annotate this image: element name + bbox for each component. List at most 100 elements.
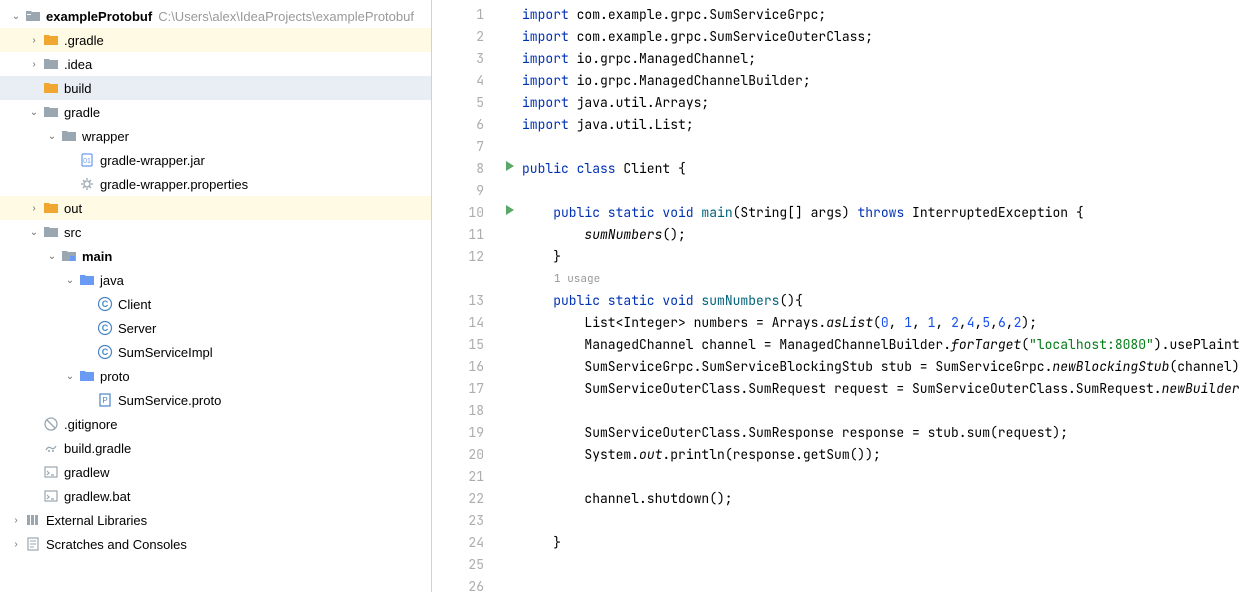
line-number[interactable]: 17 <box>432 378 484 400</box>
tree-row-gradlew[interactable]: gradlew <box>0 460 431 484</box>
chevron-icon[interactable]: › <box>26 35 42 46</box>
line-number[interactable]: 26 <box>432 576 484 592</box>
line-number[interactable]: 10 <box>432 202 484 224</box>
chevron-icon[interactable]: › <box>26 203 42 214</box>
tree-row-client[interactable]: CClient <box>0 292 431 316</box>
code-line[interactable] <box>522 180 1245 202</box>
tree-row--gradle[interactable]: ›.gradle <box>0 28 431 52</box>
line-number[interactable]: 8 <box>432 158 484 180</box>
line-number[interactable]: 25 <box>432 554 484 576</box>
tree-row-gradle-wrapper-jar[interactable]: 01gradle-wrapper.jar <box>0 148 431 172</box>
code-line[interactable]: SumServiceOuterClass.SumResponse respons… <box>522 422 1245 444</box>
code-line[interactable]: SumServiceGrpc.SumServiceBlockingStub st… <box>522 356 1245 378</box>
tree-label: main <box>82 249 112 264</box>
line-number[interactable]: 22 <box>432 488 484 510</box>
chevron-icon[interactable]: ⌄ <box>26 107 42 118</box>
tree-row-proto[interactable]: ⌄proto <box>0 364 431 388</box>
code-line[interactable] <box>522 136 1245 158</box>
tree-label: Scratches and Consoles <box>46 537 187 552</box>
lib-icon <box>24 512 42 528</box>
chevron-icon[interactable]: › <box>26 59 42 70</box>
code-line[interactable]: public static void sumNumbers(){ <box>522 290 1245 312</box>
tree-row--idea[interactable]: ›.idea <box>0 52 431 76</box>
line-number[interactable]: 16 <box>432 356 484 378</box>
line-number[interactable]: 1 <box>432 4 484 26</box>
code-line[interactable]: ManagedChannel channel = ManagedChannelB… <box>522 334 1245 356</box>
tree-row-gradle[interactable]: ⌄gradle <box>0 100 431 124</box>
line-number[interactable]: 21 <box>432 466 484 488</box>
tree-row-build-gradle[interactable]: build.gradle <box>0 436 431 460</box>
tree-row-scratches-and-consoles[interactable]: › Scratches and Consoles <box>0 532 431 556</box>
line-number[interactable]: 13 <box>432 290 484 312</box>
line-number[interactable]: 3 <box>432 48 484 70</box>
code-line[interactable]: System.out.println(response.getSum()); <box>522 444 1245 466</box>
tree-row-build[interactable]: build <box>0 76 431 100</box>
code-line[interactable]: import com.example.grpc.SumServiceOuterC… <box>522 26 1245 48</box>
code-line[interactable]: import io.grpc.ManagedChannel; <box>522 48 1245 70</box>
tree-label: External Libraries <box>46 513 147 528</box>
code-line[interactable] <box>522 400 1245 422</box>
code-line[interactable]: } <box>522 532 1245 554</box>
chevron-icon[interactable]: ⌄ <box>26 227 42 238</box>
line-number[interactable]: 15 <box>432 334 484 356</box>
tree-row-sumserviceimpl[interactable]: CSumServiceImpl <box>0 340 431 364</box>
code-line[interactable] <box>522 576 1245 592</box>
chevron-icon[interactable]: ⌄ <box>44 131 60 142</box>
chevron-icon[interactable]: ⌄ <box>8 11 24 22</box>
tree-row-wrapper[interactable]: ⌄wrapper <box>0 124 431 148</box>
code-area[interactable]: import com.example.grpc.SumServiceGrpc;i… <box>522 0 1245 592</box>
code-line[interactable] <box>522 554 1245 576</box>
line-number[interactable]: 11 <box>432 224 484 246</box>
line-number[interactable]: 9 <box>432 180 484 202</box>
line-number[interactable]: 7 <box>432 136 484 158</box>
tree-row--gitignore[interactable]: .gitignore <box>0 412 431 436</box>
project-tree[interactable]: ⌄exampleProtobufC:\Users\alex\IdeaProjec… <box>0 0 432 592</box>
line-number[interactable]: 24 <box>432 532 484 554</box>
chevron-icon[interactable]: ⌄ <box>62 275 78 286</box>
code-line[interactable]: sumNumbers(); <box>522 224 1245 246</box>
line-number[interactable]: 20 <box>432 444 484 466</box>
line-number[interactable]: 6 <box>432 114 484 136</box>
code-line[interactable]: SumServiceOuterClass.SumRequest request … <box>522 378 1245 400</box>
tree-row-java[interactable]: ⌄ java <box>0 268 431 292</box>
line-number[interactable]: 19 <box>432 422 484 444</box>
chevron-icon[interactable]: › <box>8 539 24 550</box>
line-number[interactable]: 23 <box>432 510 484 532</box>
code-editor[interactable]: 1234567891011121314151617181920212223242… <box>432 0 1245 592</box>
code-line[interactable]: public class Client { <box>522 158 1245 180</box>
tree-label: gradlew.bat <box>64 489 131 504</box>
code-line[interactable]: import com.example.grpc.SumServiceGrpc; <box>522 4 1245 26</box>
tree-label: java <box>100 273 124 288</box>
code-line[interactable]: public static void main(String[] args) t… <box>522 202 1245 224</box>
tree-row-external-libraries[interactable]: › External Libraries <box>0 508 431 532</box>
tree-row-gradlew-bat[interactable]: gradlew.bat <box>0 484 431 508</box>
usage-hint[interactable]: 1 usage <box>522 268 1245 290</box>
tree-path: C:\Users\alex\IdeaProjects\exampleProtob… <box>158 9 414 24</box>
code-line[interactable] <box>522 510 1245 532</box>
line-number[interactable]: 2 <box>432 26 484 48</box>
chevron-icon[interactable]: › <box>8 515 24 526</box>
tree-row-gradle-wrapper-properties[interactable]: gradle-wrapper.properties <box>0 172 431 196</box>
line-number[interactable]: 4 <box>432 70 484 92</box>
tree-row-server[interactable]: CServer <box>0 316 431 340</box>
code-line[interactable] <box>522 466 1245 488</box>
svg-text:P: P <box>102 396 107 405</box>
code-line[interactable]: List<Integer> numbers = Arrays.asList(0,… <box>522 312 1245 334</box>
tree-row-exampleprotobuf[interactable]: ⌄exampleProtobufC:\Users\alex\IdeaProjec… <box>0 4 431 28</box>
code-line[interactable]: import io.grpc.ManagedChannelBuilder; <box>522 70 1245 92</box>
tree-row-src[interactable]: ⌄src <box>0 220 431 244</box>
tree-row-out[interactable]: ›out <box>0 196 431 220</box>
line-number[interactable]: 5 <box>432 92 484 114</box>
tree-row-sumservice-proto[interactable]: PSumService.proto <box>0 388 431 412</box>
line-number[interactable]: 12 <box>432 246 484 268</box>
chevron-icon[interactable]: ⌄ <box>44 251 60 262</box>
code-line[interactable]: } <box>522 246 1245 268</box>
line-number[interactable]: 18 <box>432 400 484 422</box>
line-number[interactable]: 14 <box>432 312 484 334</box>
tree-row-main[interactable]: ⌄ main <box>0 244 431 268</box>
code-line[interactable]: import java.util.List; <box>522 114 1245 136</box>
code-line[interactable]: import java.util.Arrays; <box>522 92 1245 114</box>
tree-label: .gitignore <box>64 417 117 432</box>
chevron-icon[interactable]: ⌄ <box>62 371 78 382</box>
code-line[interactable]: channel.shutdown(); <box>522 488 1245 510</box>
